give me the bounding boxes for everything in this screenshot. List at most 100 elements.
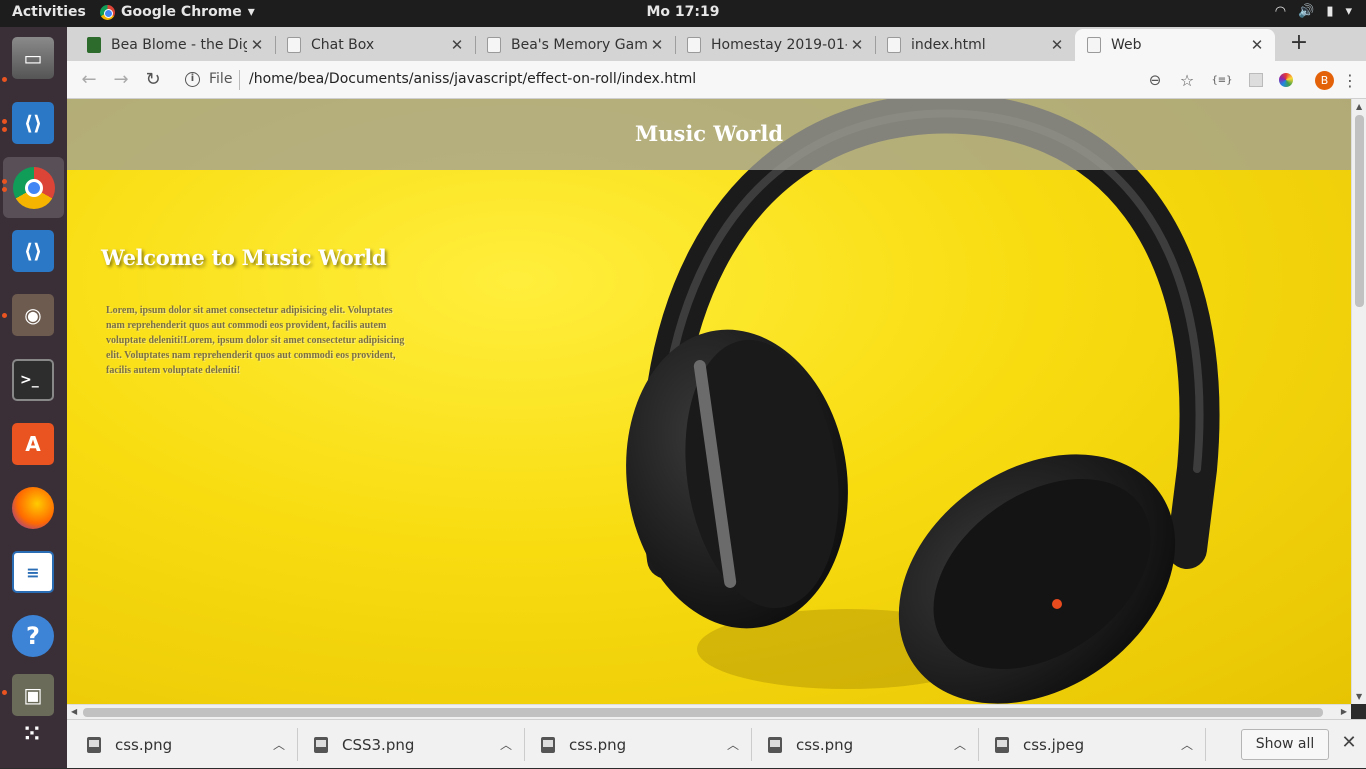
tab-index-html[interactable]: index.html ✕ [875,29,1075,61]
chevron-up-icon[interactable]: ︿ [264,736,294,753]
download-filename: css.png [115,735,173,754]
scrollbar-thumb[interactable] [1355,115,1364,307]
close-icon[interactable]: ✕ [847,36,867,54]
vertical-scrollbar[interactable]: ▲ ▼ [1351,99,1366,704]
gimp-dock-item[interactable]: ◉ [10,292,56,338]
download-separator [1205,728,1206,761]
image-file-icon [87,736,101,753]
tab-memory-game[interactable]: Bea's Memory Game ✕ [475,29,675,61]
avatar[interactable]: B [1315,70,1334,90]
image-viewer-icon: ▣ [12,674,54,716]
dock: ▭ ⟨⟩ ⟨⟩ ◉ >_ A ≡ ? ▣ ⁙ [0,27,67,768]
extension-icon-box [1249,73,1263,87]
software-center-icon: A [12,423,54,465]
download-filename: css.png [569,735,627,754]
tab-title: Chat Box [311,37,375,53]
chevron-up-icon[interactable]: ︿ [1172,736,1202,753]
close-icon[interactable]: ✕ [1339,732,1359,753]
new-tab-button[interactable]: + [1285,30,1313,55]
tab-title: Homestay 2019-01-3 [711,37,847,53]
vscode-icon: ⟨⟩ [12,102,54,144]
star-icon[interactable]: ☆ [1171,71,1203,90]
scroll-up-icon[interactable]: ▲ [1356,102,1362,111]
download-item[interactable]: css.png ︿ [67,720,294,769]
download-shelf: css.png ︿ CSS3.png ︿ css.png ︿ css.png ︿… [67,719,1366,768]
tab-strip: Bea Blome - the Digi ✕ Chat Box ✕ Bea's … [67,27,1366,61]
battery-icon: ▮ [1326,4,1334,19]
toolbar-actions: ⊖ ☆ {≡} B ⋮ [1139,68,1366,92]
image-file-icon [995,736,1009,753]
site-title: Music World [634,121,783,146]
tab-bea-blome[interactable]: Bea Blome - the Digi ✕ [75,29,275,61]
close-icon[interactable]: ✕ [1247,36,1267,54]
help-icon: ? [12,615,54,657]
app-grid-icon: ⁙ [22,721,44,747]
tab-homestay[interactable]: Homestay 2019-01-3 ✕ [675,29,875,61]
firefox-dock-item[interactable] [10,485,56,531]
close-icon[interactable]: ✕ [647,36,667,54]
extension-icon[interactable] [1241,73,1271,87]
download-item[interactable]: css.png ︿ [521,720,748,769]
chrome-dock-item[interactable] [3,157,64,218]
running-indicator [2,187,7,192]
help-dock-item[interactable]: ? [10,613,56,659]
scroll-right-icon[interactable]: ▶ [1341,707,1347,716]
image-file-icon [314,736,328,753]
zoom-icon[interactable]: ⊖ [1139,71,1171,89]
vscode-icon: ⟨⟩ [12,230,54,272]
close-icon[interactable]: ✕ [447,36,467,54]
writer-dock-item[interactable]: ≡ [10,549,56,595]
download-filename: css.jpeg [1023,735,1085,754]
favicon-icon [87,37,101,53]
close-icon[interactable]: ✕ [1047,36,1067,54]
scroll-down-icon[interactable]: ▼ [1356,692,1362,701]
scheme-label[interactable]: File [209,71,232,87]
color-picker-icon[interactable] [1271,73,1301,87]
gimp-icon: ◉ [12,294,54,336]
files-dock-item[interactable]: ▭ [10,35,56,81]
download-item[interactable]: CSS3.png ︿ [294,720,521,769]
image-file-icon [768,736,782,753]
software-dock-item[interactable]: A [10,421,56,467]
clock[interactable]: Mo 17:19 [0,4,1366,20]
running-indicator [2,119,7,124]
chevron-down-icon: ▾ [1345,4,1352,19]
page-icon [487,37,501,53]
info-icon[interactable]: i [185,72,200,87]
tab-title: Web [1111,37,1142,53]
chevron-up-icon[interactable]: ︿ [718,736,748,753]
page-icon [287,37,301,53]
download-item[interactable]: css.png ︿ [748,720,975,769]
chrome-icon-center [24,178,43,197]
running-indicator [2,77,7,82]
page-icon [1087,37,1101,53]
back-arrow-icon[interactable]: ← [77,68,101,92]
url-input[interactable]: /home/bea/Documents/aniss/javascript/eff… [249,71,696,87]
download-item[interactable]: css.jpeg ︿ [975,720,1202,769]
chevron-up-icon[interactable]: ︿ [491,736,521,753]
navigation-bar: ← → ↻ i File /home/bea/Documents/aniss/j… [67,61,1366,99]
download-filename: css.png [796,735,854,754]
vscode-dock-item[interactable]: ⟨⟩ [10,228,56,274]
image-file-icon [541,736,555,753]
forward-arrow-icon[interactable]: → [109,68,133,92]
page-icon [687,37,701,53]
system-tray[interactable]: ◠ 🔊 ▮ ▾ [1275,4,1352,19]
vscode-dock-item[interactable]: ⟨⟩ [10,100,56,146]
terminal-dock-item[interactable]: >_ [10,357,56,403]
tab-chat-box[interactable]: Chat Box ✕ [275,29,475,61]
json-extension-icon[interactable]: {≡} [1203,75,1241,86]
scrollbar-thumb[interactable] [83,708,1323,717]
chevron-up-icon[interactable]: ︿ [945,736,975,753]
close-icon[interactable]: ✕ [247,36,267,54]
show-applications-button[interactable]: ⁙ [10,711,56,757]
show-all-button[interactable]: Show all [1241,729,1329,760]
reload-icon[interactable]: ↻ [141,68,165,92]
tab-web[interactable]: Web ✕ [1075,29,1275,61]
menu-icon[interactable]: ⋮ [1334,71,1366,90]
headphones-image [626,99,1220,704]
wifi-icon: ◠ [1274,4,1287,19]
download-filename: CSS3.png [342,735,415,754]
scroll-left-icon[interactable]: ◀ [71,707,77,716]
horizontal-scrollbar[interactable]: ◀ ▶ [67,704,1351,719]
